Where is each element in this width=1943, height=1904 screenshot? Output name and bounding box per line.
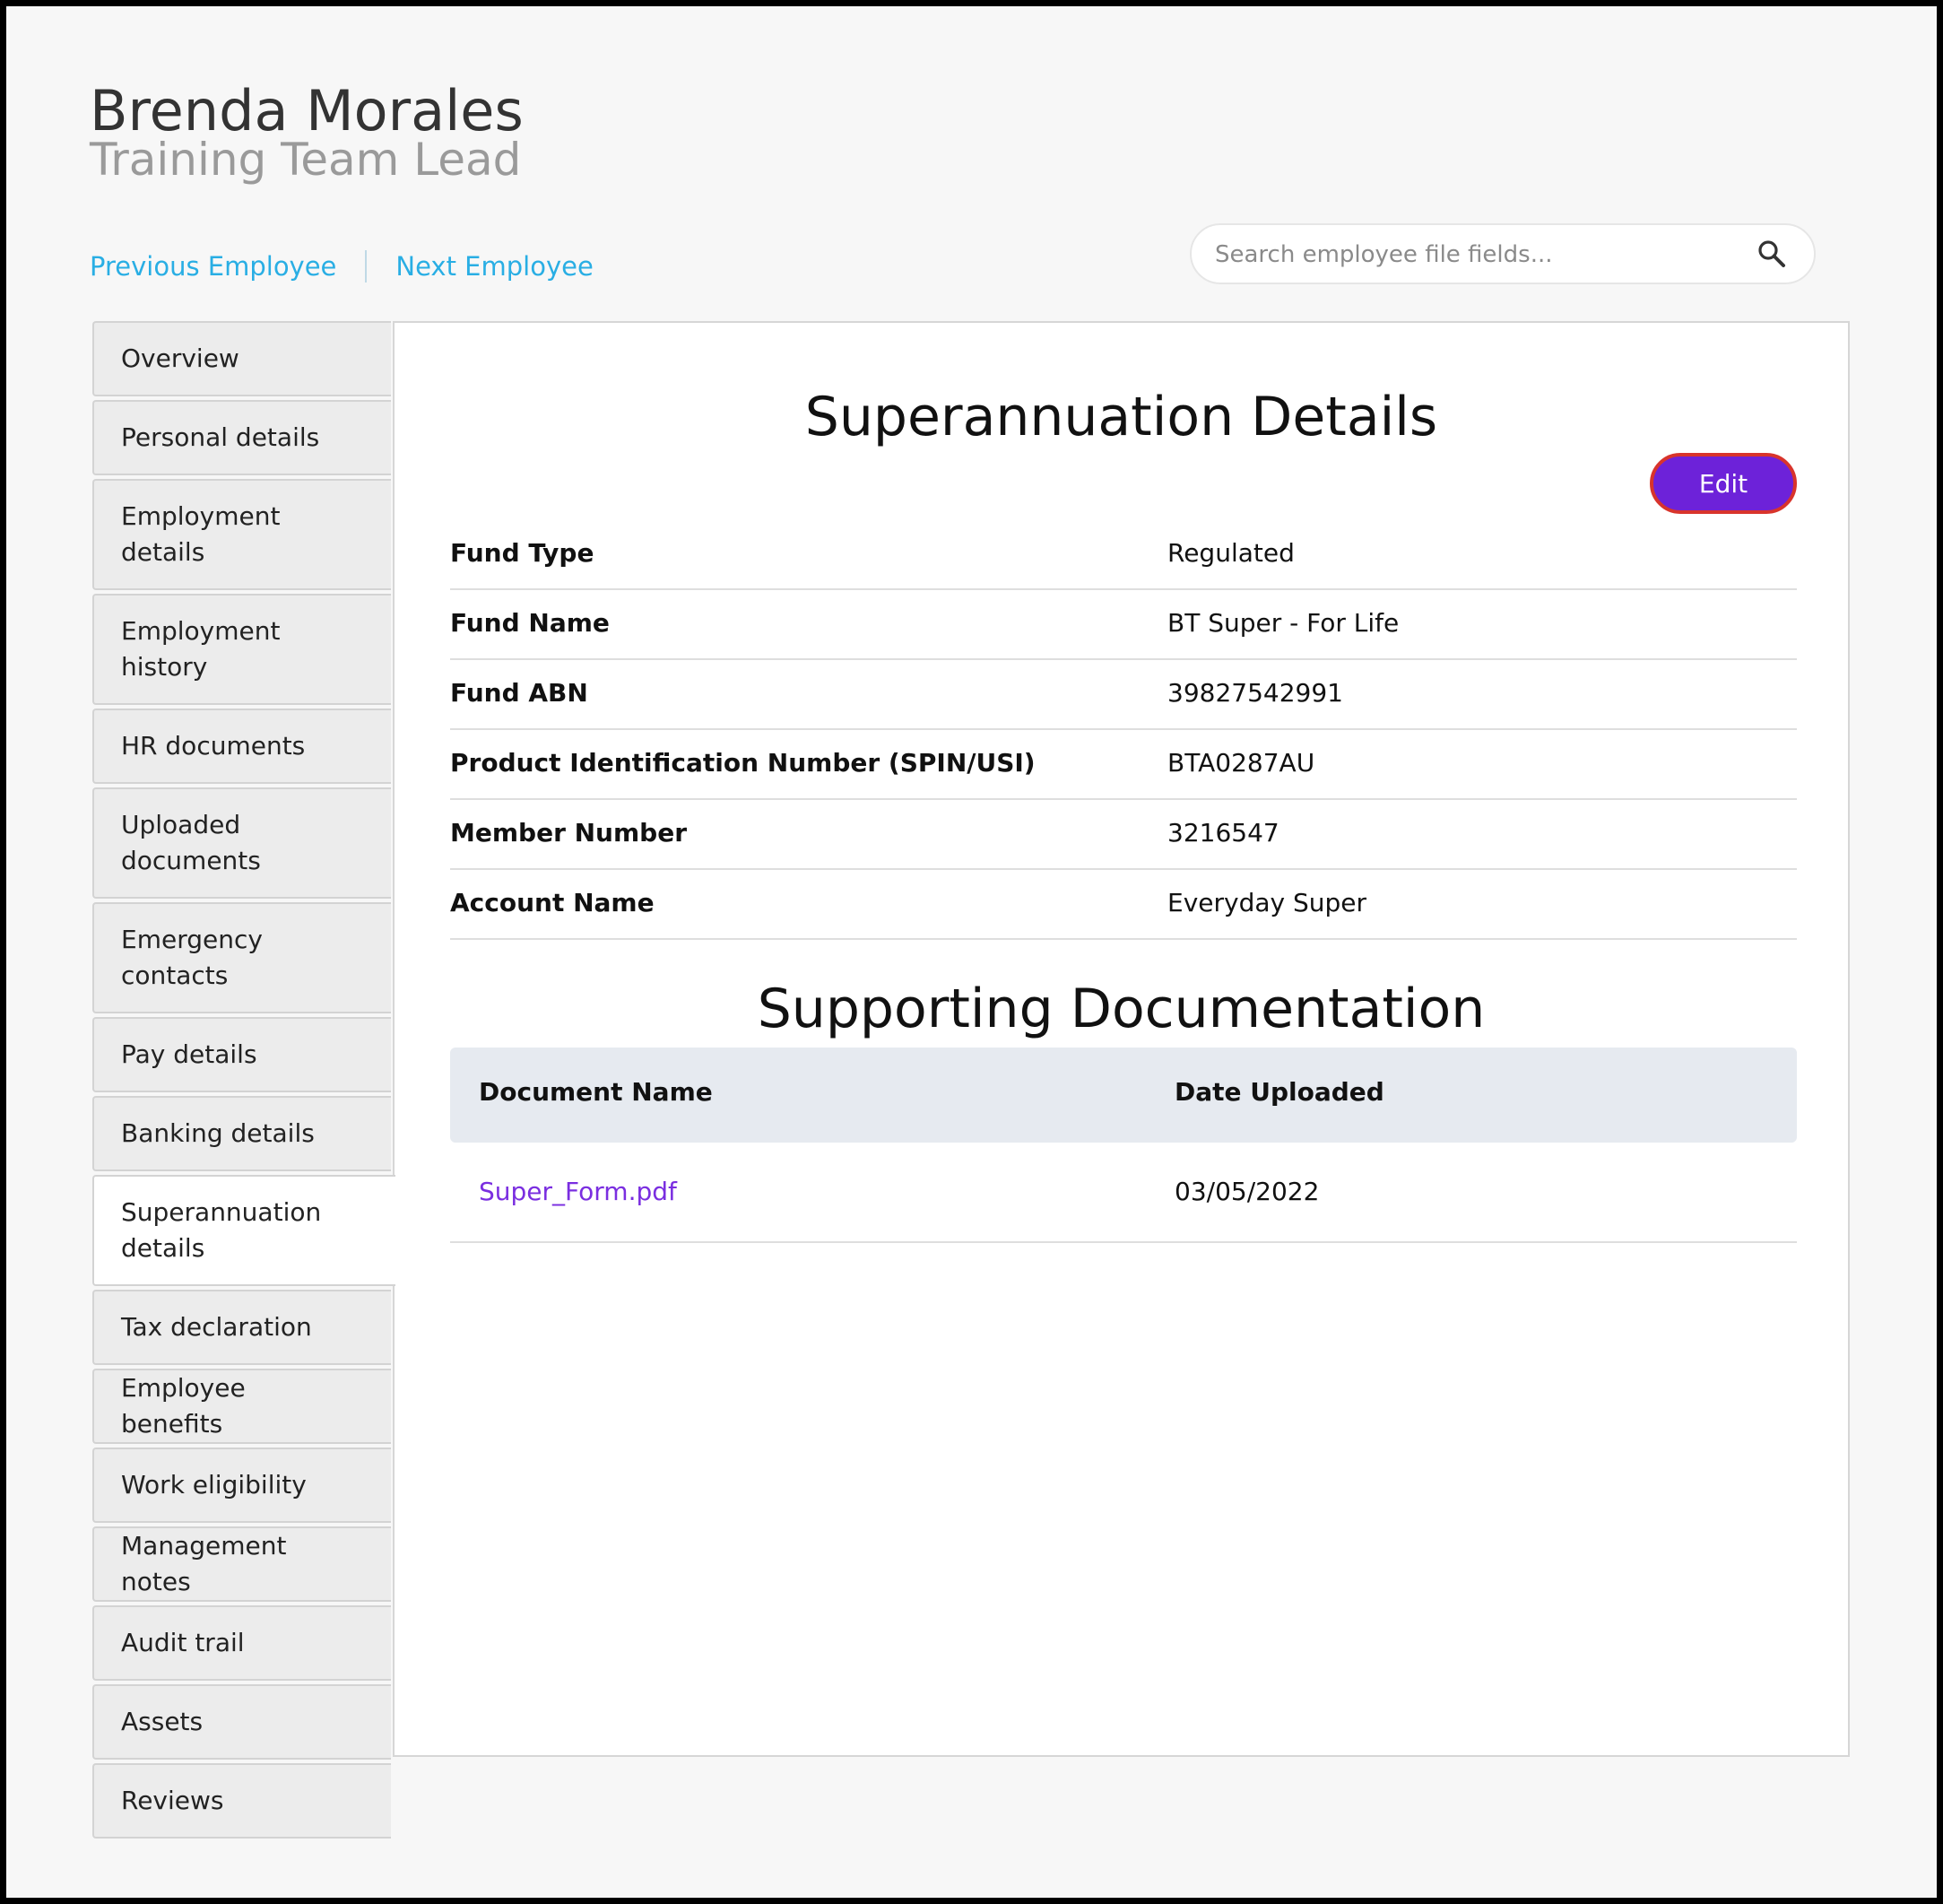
search-box: [1190, 223, 1816, 284]
sidebar-item-label: Uploaded documents: [121, 810, 261, 875]
column-header-date-uploaded: Date Uploaded: [1175, 1077, 1384, 1107]
search-icon[interactable]: [1757, 239, 1787, 269]
sidebar-item-audit-trail[interactable]: Audit trail: [92, 1605, 391, 1681]
column-header-document-name: Document Name: [479, 1077, 713, 1107]
sidebar-item-employee-benefits[interactable]: Employee benefits: [92, 1369, 391, 1444]
sidebar-item-label: Emergency contacts: [121, 925, 263, 990]
superannuation-panel: Superannuation Details Edit Fund Type Re…: [393, 321, 1850, 1757]
sidebar-item-banking-details[interactable]: Banking details: [92, 1096, 391, 1171]
detail-row-fund-type: Fund Type Regulated: [450, 520, 1797, 590]
sidebar-item-label: HR documents: [121, 731, 306, 761]
sidebar-item-tax-declaration[interactable]: Tax declaration: [92, 1290, 391, 1365]
sidebar-item-reviews[interactable]: Reviews: [92, 1763, 391, 1839]
sidebar-item-label: Tax declaration: [121, 1312, 312, 1342]
detail-value: Regulated: [1167, 538, 1295, 568]
document-link[interactable]: Super_Form.pdf: [479, 1177, 677, 1206]
sidebar-item-hr-documents[interactable]: HR documents: [92, 709, 391, 784]
sidebar-item-superannuation-details[interactable]: Superannuation details: [92, 1175, 395, 1286]
page-title: Superannuation Details: [804, 386, 1438, 448]
detail-value: Everyday Super: [1167, 888, 1367, 917]
detail-value: BT Super - For Life: [1167, 608, 1400, 638]
app-window: Brenda Morales Training Team Lead Previo…: [6, 6, 1937, 1898]
document-date: 03/05/2022: [1175, 1177, 1320, 1206]
detail-label: Fund Type: [450, 538, 594, 568]
sidebar-item-work-eligibility[interactable]: Work eligibility: [92, 1448, 391, 1523]
detail-row-fund-name: Fund Name BT Super - For Life: [450, 590, 1797, 660]
docs-section-title: Supporting Documentation: [757, 978, 1486, 1040]
sidebar-item-personal-details[interactable]: Personal details: [92, 400, 391, 475]
employee-nav: Previous Employee Next Employee: [90, 250, 594, 283]
sidebar-item-label: Management notes: [121, 1531, 287, 1596]
detail-row-account-name: Account Name Everyday Super: [450, 870, 1797, 940]
table-row: Super_Form.pdf 03/05/2022: [450, 1143, 1797, 1243]
sidebar-item-employment-details[interactable]: Employment details: [92, 479, 391, 590]
detail-label: Fund ABN: [450, 678, 588, 708]
sidebar-item-pay-details[interactable]: Pay details: [92, 1017, 391, 1092]
sidebar-item-label: Employee benefits: [121, 1373, 246, 1439]
detail-label: Product Identification Number (SPIN/USI): [450, 748, 1036, 778]
sidebar-item-label: Audit trail: [121, 1628, 245, 1657]
sidebar-item-uploaded-documents[interactable]: Uploaded documents: [92, 787, 391, 899]
sidebar-item-emergency-contacts[interactable]: Emergency contacts: [92, 902, 391, 1013]
sidebar-item-label: Banking details: [121, 1118, 315, 1148]
sidebar-item-label: Pay details: [121, 1039, 257, 1069]
detail-row-product-id: Product Identification Number (SPIN/USI)…: [450, 730, 1797, 800]
detail-value: BTA0287AU: [1167, 748, 1315, 778]
detail-label: Fund Name: [450, 608, 610, 638]
detail-row-fund-abn: Fund ABN 39827542991: [450, 660, 1797, 730]
detail-row-member-number: Member Number 3216547: [450, 800, 1797, 870]
detail-label: Member Number: [450, 818, 688, 848]
sidebar-item-overview[interactable]: Overview: [92, 321, 391, 396]
employee-title: Training Team Lead: [90, 134, 522, 186]
sidebar-item-label: Employment history: [121, 616, 281, 682]
detail-value: 39827542991: [1167, 678, 1343, 708]
sidebar-item-management-notes[interactable]: Management notes: [92, 1526, 391, 1602]
nav-divider: [365, 250, 368, 283]
sidebar-item-assets[interactable]: Assets: [92, 1684, 391, 1760]
search-input[interactable]: [1213, 225, 1737, 284]
detail-label: Account Name: [450, 888, 655, 917]
docs-table-header: Document Name Date Uploaded: [450, 1048, 1797, 1143]
sidebar-item-label: Overview: [121, 343, 239, 373]
sidebar-item-label: Personal details: [121, 422, 320, 452]
next-employee-link[interactable]: Next Employee: [395, 251, 593, 282]
sidebar-item-label: Work eligibility: [121, 1470, 307, 1500]
previous-employee-link[interactable]: Previous Employee: [90, 251, 336, 282]
sidebar-item-label: Superannuation details: [121, 1197, 322, 1263]
edit-button[interactable]: Edit: [1650, 453, 1797, 514]
sidebar-item-label: Reviews: [121, 1786, 224, 1815]
sidebar-item-label: Employment details: [121, 501, 281, 567]
sidebar-item-label: Assets: [121, 1707, 204, 1736]
detail-value: 3216547: [1167, 818, 1279, 848]
sidebar-item-employment-history[interactable]: Employment history: [92, 594, 391, 705]
